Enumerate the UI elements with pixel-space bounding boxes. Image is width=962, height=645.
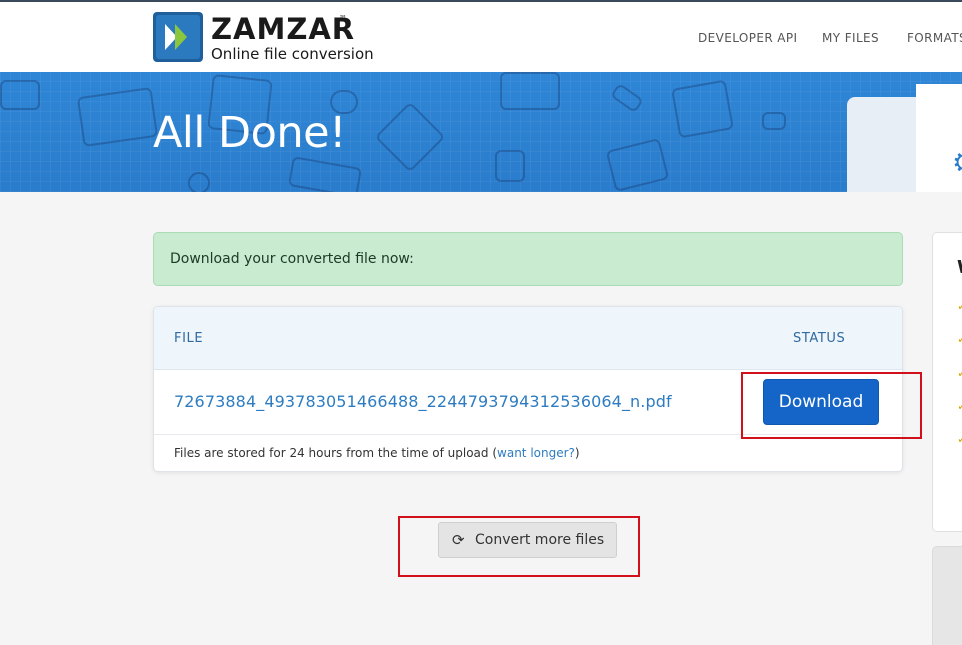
convert-more-label: Convert more files <box>475 532 605 548</box>
nav-developer-api[interactable]: DEVELOPER API <box>698 31 797 45</box>
logo-trademark: ™ <box>339 14 347 23</box>
side-panel-lower <box>932 546 962 645</box>
download-button[interactable]: Download <box>763 379 879 425</box>
code-doodle-icon <box>0 80 40 110</box>
film-doodle-icon <box>605 137 670 192</box>
film-strip-doodle-icon <box>287 156 363 192</box>
laptop-doodle-icon <box>76 87 159 147</box>
file-doodle-icon <box>495 150 525 182</box>
check-icon: ✓ <box>957 432 962 446</box>
mail-doodle-icon <box>762 112 786 130</box>
storage-notice-text: Files are stored for 24 hours from the t… <box>174 446 498 460</box>
gear-icon: ⚙ <box>952 146 962 179</box>
banner-card <box>847 97 927 192</box>
page-title: All Done! <box>153 108 346 158</box>
check-icon: ✓ <box>957 366 962 380</box>
banner-card-right: ⚙ <box>916 84 962 192</box>
column-header-status: STATUS <box>793 331 846 346</box>
file-name-link[interactable]: 72673884_493783051466488_224479379431253… <box>174 392 672 411</box>
storage-notice-close: ) <box>574 446 580 460</box>
video-doodle-icon <box>671 79 734 139</box>
magnifier-doodle-icon <box>188 172 210 192</box>
check-icon: ✓ <box>957 299 962 313</box>
refresh-icon: ⟳ <box>452 531 465 549</box>
convert-more-files-button[interactable]: ⟳ Convert more files <box>438 522 617 558</box>
success-alert: Download your converted file now: <box>153 232 903 286</box>
storage-notice: Files are stored for 24 hours from the t… <box>174 446 580 460</box>
logo-tagline: Online file conversion <box>211 45 374 63</box>
table-header: FILE STATUS <box>154 307 902 370</box>
nav-my-files[interactable]: MY FILES <box>822 31 879 45</box>
nav-formats[interactable]: FORMATS <box>907 31 962 45</box>
hero-banner: All Done! ⚙ <box>0 72 962 192</box>
logo-mark-icon <box>153 12 203 62</box>
site-header: ZAMZAR ™ Online file conversion DEVELOPE… <box>0 0 962 72</box>
column-header-file: FILE <box>174 331 204 346</box>
document-doodle-icon <box>500 72 560 110</box>
side-panel: W ✓ ✓ ✓ ✓ ✓ <box>932 232 962 532</box>
wrench-doodle-icon <box>610 82 644 114</box>
want-longer-link[interactable]: want longer? <box>497 446 575 460</box>
table-row: 72673884_493783051466488_224479379431253… <box>154 370 902 435</box>
check-icon: ✓ <box>957 399 962 413</box>
files-table: FILE STATUS 72673884_493783051466488_224… <box>153 306 903 472</box>
alert-text: Download your converted file now: <box>170 251 414 267</box>
side-panel-heading: W <box>957 257 962 278</box>
shape-doodle-icon <box>374 101 446 173</box>
zamzar-logo[interactable]: ZAMZAR ™ Online file conversion <box>153 12 383 64</box>
check-icon: ✓ <box>957 332 962 346</box>
logo-name: ZAMZAR <box>211 12 356 46</box>
